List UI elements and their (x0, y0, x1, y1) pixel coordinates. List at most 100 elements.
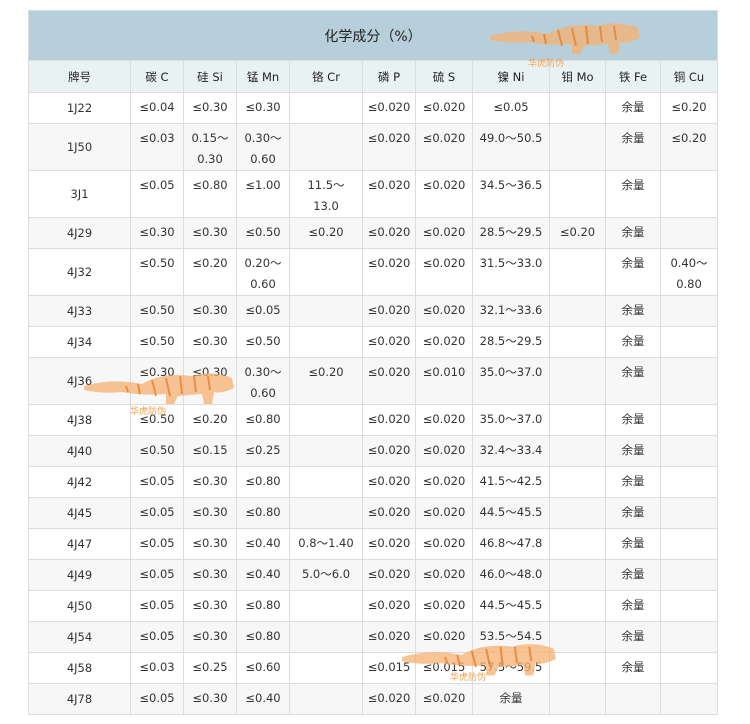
value-cell: ≤0.30 (183, 590, 237, 622)
value-cell: ≤0.020 (362, 590, 416, 622)
value-cell: ≤0.020 (415, 92, 473, 124)
column-header: 钼 Mo (549, 60, 606, 93)
value-cell (289, 404, 363, 436)
value-cell: ≤0.50 (236, 326, 290, 358)
value-cell: ≤0.30 (183, 528, 237, 560)
column-header: 锰 Mn (236, 60, 290, 93)
value-cell: ≤0.020 (415, 621, 473, 653)
value-cell (549, 559, 606, 591)
value-cell: ≤0.05 (130, 170, 184, 218)
value-cell (660, 652, 718, 684)
value-cell: 5.0～6.0 (289, 559, 363, 591)
value-cell: ≤0.020 (415, 248, 473, 296)
value-cell (660, 295, 718, 327)
value-cell (549, 326, 606, 358)
value-cell: ≤0.30 (130, 357, 184, 405)
value-cell: 28.5～29.5 (472, 217, 550, 249)
value-cell: ≤0.010 (415, 357, 473, 405)
value-cell: ≤0.03 (130, 123, 184, 171)
grade-cell: 4J54 (28, 621, 131, 653)
value-cell (660, 435, 718, 467)
value-cell: 余量 (605, 497, 661, 529)
value-cell: ≤0.50 (130, 295, 184, 327)
value-cell (549, 497, 606, 529)
table-row: 4J34 ≤0.50 ≤0.30 ≤0.50 ≤0.020 ≤0.020 28.5～29.5… (28, 326, 718, 358)
value-cell: ≤0.05 (130, 559, 184, 591)
value-cell: ≤0.30 (183, 683, 237, 715)
value-cell: ≤0.020 (415, 295, 473, 327)
value-cell: ≤0.80 (236, 466, 290, 498)
value-cell: ≤0.020 (415, 170, 473, 218)
value-cell: ≤0.020 (362, 217, 416, 249)
table-row: 4J38 ≤0.50 ≤0.20 ≤0.80 ≤0.020 ≤0.020 35.0～37.0… (28, 404, 718, 436)
value-cell: ≤0.020 (415, 497, 473, 529)
column-header: 铜 Cu (660, 60, 718, 93)
value-cell: ≤0.30 (183, 559, 237, 591)
value-cell: ≤0.04 (130, 92, 184, 124)
column-header: 镍 Ni (472, 60, 550, 93)
value-cell: ≤0.05 (130, 590, 184, 622)
value-cell (660, 217, 718, 249)
value-cell: ≤0.80 (236, 590, 290, 622)
value-cell: ≤0.50 (130, 404, 184, 436)
value-cell (289, 497, 363, 529)
value-cell (289, 435, 363, 467)
value-cell: 余量 (605, 404, 661, 436)
table-row: 4J78 ≤0.05 ≤0.30 ≤0.40 ≤0.020 ≤0.020 余量 (28, 683, 718, 715)
value-cell: 49.0～50.5 (472, 123, 550, 171)
value-cell: ≤0.020 (362, 404, 416, 436)
value-cell: ≤0.020 (415, 466, 473, 498)
value-cell: ≤0.05 (130, 497, 184, 529)
value-cell: 余量 (605, 295, 661, 327)
value-cell: ≤0.50 (130, 435, 184, 467)
value-cell (549, 248, 606, 296)
value-cell: 余量 (472, 683, 550, 715)
grade-cell: 4J42 (28, 466, 131, 498)
grade-cell: 4J38 (28, 404, 131, 436)
value-cell: 余量 (605, 123, 661, 171)
value-cell: ≤0.020 (362, 621, 416, 653)
value-cell: ≤0.20 (549, 217, 606, 249)
value-cell (660, 404, 718, 436)
value-cell (549, 170, 606, 218)
value-cell: 余量 (605, 590, 661, 622)
column-header: 碳 C (130, 60, 184, 93)
value-cell: 44.5～45.5 (472, 497, 550, 529)
value-cell: ≤0.30 (183, 326, 237, 358)
value-cell: ≤0.30 (183, 295, 237, 327)
value-cell (549, 435, 606, 467)
value-cell: 46.8～47.8 (472, 528, 550, 560)
value-cell: ≤0.05 (130, 466, 184, 498)
grade-cell: 4J36 (28, 357, 131, 405)
table-row: 4J29 ≤0.30 ≤0.30 ≤0.50 ≤0.20 ≤0.020 ≤0.020 28.5… (28, 217, 718, 249)
value-cell: ≤0.020 (415, 217, 473, 249)
grade-cell: 4J78 (28, 683, 131, 715)
value-cell (549, 590, 606, 622)
value-cell: 28.5～29.5 (472, 326, 550, 358)
value-cell: 32.1～33.6 (472, 295, 550, 327)
value-cell (549, 404, 606, 436)
value-cell: 余量 (605, 652, 661, 684)
value-cell: ≤0.020 (362, 497, 416, 529)
value-cell (549, 92, 606, 124)
grade-cell: 4J32 (28, 248, 131, 296)
value-cell: ≤0.020 (415, 326, 473, 358)
table-row: 4J32 ≤0.50 ≤0.20 0.20～ 0.60 ≤0.020 ≤0.020 31.5… (28, 248, 718, 296)
value-cell: 余量 (605, 466, 661, 498)
value-cell: ≤0.020 (415, 528, 473, 560)
table-row: 4J42 ≤0.05 ≤0.30 ≤0.80 ≤0.020 ≤0.020 41.5～42.5… (28, 466, 718, 498)
value-cell: ≤0.40 (236, 683, 290, 715)
value-cell: ≤0.020 (415, 683, 473, 715)
grade-cell: 3J1 (28, 170, 131, 218)
table-title: 化学成分（%） (28, 10, 718, 61)
value-cell (549, 295, 606, 327)
table-row: 3J1 ≤0.05 ≤0.80 ≤1.00 11.5～ 13.0 ≤0.020 ≤0.020… (28, 170, 718, 218)
value-cell (660, 590, 718, 622)
grade-cell: 4J50 (28, 590, 131, 622)
value-cell (605, 683, 661, 715)
value-cell: 余量 (605, 528, 661, 560)
value-cell: ≤0.30 (183, 497, 237, 529)
value-cell: 0.30～ 0.60 (236, 357, 290, 405)
grade-cell: 1J50 (28, 123, 131, 171)
value-cell: ≤0.20 (289, 217, 363, 249)
